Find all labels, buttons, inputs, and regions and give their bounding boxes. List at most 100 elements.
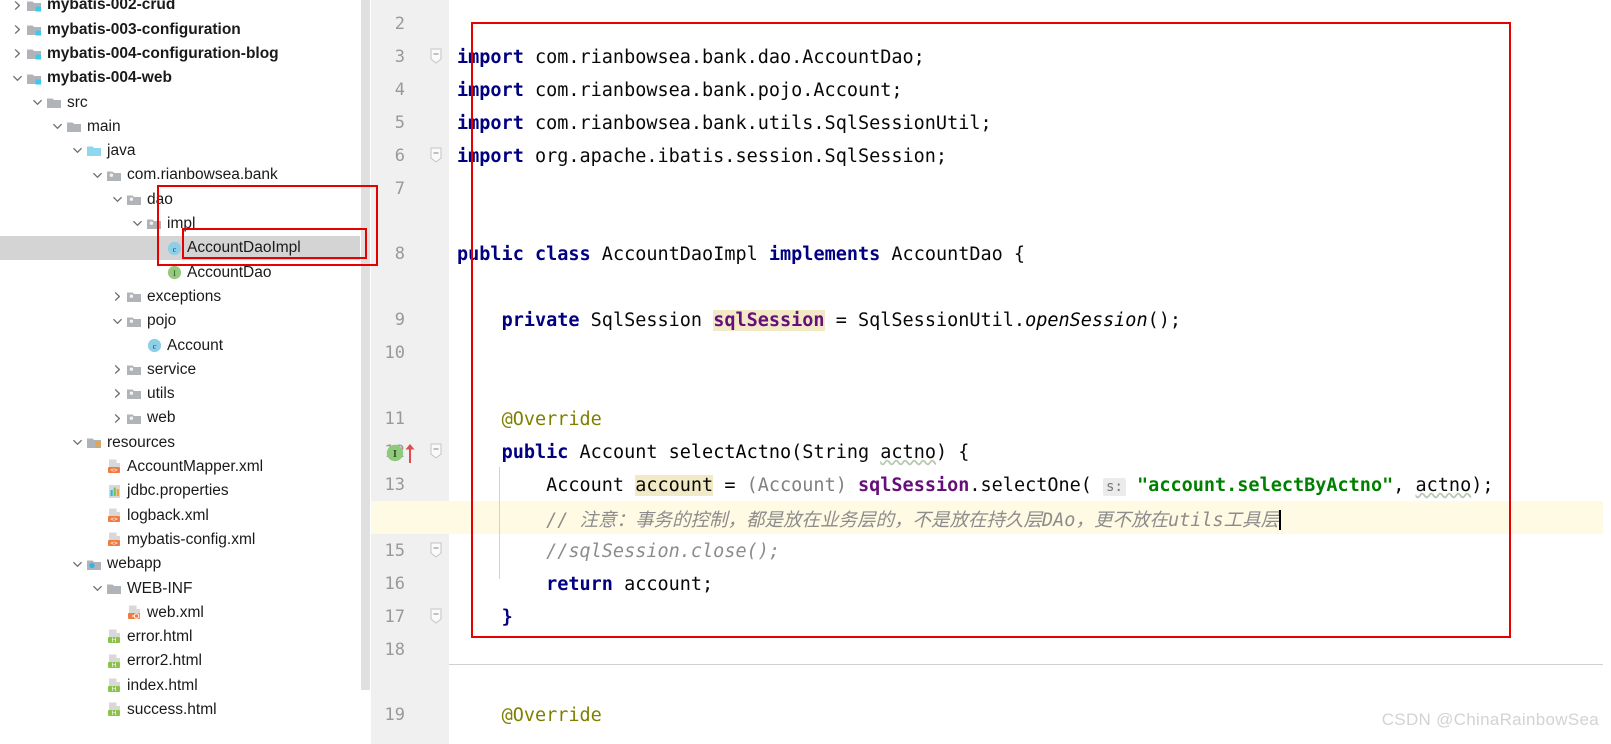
module-folder-icon: [25, 69, 43, 87]
line-number: 15: [385, 543, 405, 560]
line-number: 10: [385, 345, 405, 362]
chevron-down-icon[interactable]: [70, 145, 85, 156]
chevron-right-icon[interactable]: [110, 413, 125, 424]
tree-item-main[interactable]: main: [0, 115, 371, 139]
code-editor[interactable]: 2345678910111213141516171819I import com…: [371, 0, 1611, 744]
tree-item-label: error2.html: [127, 653, 202, 669]
module-folder-icon: [25, 45, 43, 63]
tree-item-java[interactable]: java: [0, 139, 371, 163]
package-icon: [125, 409, 143, 427]
chevron-right-icon[interactable]: [110, 364, 125, 375]
tree-item-webapp[interactable]: webapp: [0, 552, 371, 576]
chevron-down-icon[interactable]: [10, 73, 25, 84]
line-number: 19: [385, 707, 405, 724]
fold-marker-icon[interactable]: [429, 442, 445, 458]
code-line-4: import com.rianbowsea.bank.pojo.Account;: [457, 82, 903, 101]
line-number: 6: [395, 148, 405, 165]
sidebar-scrollbar-track[interactable]: [360, 0, 371, 744]
tree-item-jdbc-properties[interactable]: jdbc.properties: [0, 479, 371, 503]
tree-item-web-xml[interactable]: <web.xml: [0, 601, 371, 625]
chevron-down-icon[interactable]: [130, 218, 145, 229]
module-folder-icon: [25, 20, 43, 38]
tree-item-pojo[interactable]: pojo: [0, 309, 371, 333]
svg-text:<>: <>: [110, 540, 118, 547]
chevron-down-icon[interactable]: [110, 194, 125, 205]
tree-item-mybatis-004-configuration-blog[interactable]: mybatis-004-configuration-blog: [0, 42, 371, 66]
svg-text:H: H: [111, 711, 116, 718]
tree-item-mybatis-003-configuration[interactable]: mybatis-003-configuration: [0, 17, 371, 41]
tree-item-error2-html[interactable]: Herror2.html: [0, 649, 371, 673]
tree-item-index-html[interactable]: Hindex.html: [0, 673, 371, 697]
tree-item-account[interactable]: c Account: [0, 333, 371, 357]
editor-scrollbar[interactable]: [1603, 0, 1611, 744]
tree-item-success-html[interactable]: Hsuccess.html: [0, 698, 371, 722]
tree-item-web[interactable]: web: [0, 406, 371, 430]
tree-item-impl[interactable]: impl: [0, 212, 371, 236]
code-line-12: public Account selectActno(String actno)…: [457, 444, 969, 463]
editor-gutter[interactable]: 2345678910111213141516171819I: [371, 0, 449, 744]
implementing-method-icon[interactable]: I: [385, 440, 419, 471]
tree-item-label: pojo: [147, 313, 176, 329]
tree-item-accountdao[interactable]: I AccountDao: [0, 260, 371, 284]
tree-item-mybatis-002-crud[interactable]: mybatis-002-crud: [0, 0, 371, 17]
tree-item-mybatis-config-xml[interactable]: <> mybatis-config.xml: [0, 528, 371, 552]
folder-icon: [45, 93, 63, 111]
tree-item-error-html[interactable]: Herror.html: [0, 625, 371, 649]
current-line-highlight-gutter: [371, 501, 449, 534]
fold-marker-icon[interactable]: [429, 47, 445, 63]
tree-item-label: src: [67, 95, 88, 111]
tree-item-accountdaoimpl[interactable]: cAccountDaoImpl: [0, 236, 371, 260]
fold-marker-icon[interactable]: [429, 146, 445, 162]
tree-item-accountmapper-xml[interactable]: <>AccountMapper.xml: [0, 455, 371, 479]
tree-item-com-rianbowsea-bank[interactable]: com.rianbowsea.bank: [0, 163, 371, 187]
chevron-down-icon[interactable]: [70, 559, 85, 570]
tree-item-label: java: [107, 143, 135, 159]
line-number: 17: [385, 609, 405, 626]
chevron-right-icon[interactable]: [110, 388, 125, 399]
html-file-icon: H: [105, 701, 123, 719]
chevron-right-icon[interactable]: [10, 24, 25, 35]
tree-item-resources[interactable]: resources: [0, 430, 371, 454]
tree-item-web-inf[interactable]: WEB-INF: [0, 576, 371, 600]
svg-text:<>: <>: [110, 516, 118, 523]
chevron-right-icon[interactable]: [10, 0, 25, 11]
line-number: 16: [385, 576, 405, 593]
tree-item-src[interactable]: src: [0, 90, 371, 114]
tree-item-label: Account: [167, 338, 223, 354]
tree-item-label: utils: [147, 386, 175, 402]
chevron-down-icon[interactable]: [30, 97, 45, 108]
tree-item-service[interactable]: service: [0, 358, 371, 382]
tree-item-label: AccountDao: [187, 265, 271, 281]
tree-item-mybatis-004-web[interactable]: mybatis-004-web: [0, 66, 371, 90]
java-class-icon: c: [145, 336, 163, 354]
fold-marker-icon[interactable]: [429, 607, 445, 623]
tree-item-label: main: [87, 119, 121, 135]
tree-item-dao[interactable]: dao: [0, 187, 371, 211]
svg-text:I: I: [173, 268, 176, 278]
tree-item-label: mybatis-003-configuration: [47, 22, 241, 38]
chevron-down-icon[interactable]: [90, 583, 105, 594]
tree-item-label: mybatis-config.xml: [127, 532, 255, 548]
fold-marker-icon[interactable]: [429, 541, 445, 557]
folder-icon: [105, 579, 123, 597]
html-file-icon: H: [105, 677, 123, 695]
properties-file-icon: [105, 482, 123, 500]
line-number: 9: [395, 312, 405, 329]
sidebar-scrollbar-thumb[interactable]: [361, 0, 370, 690]
chevron-down-icon[interactable]: [90, 170, 105, 181]
chevron-down-icon[interactable]: [70, 437, 85, 448]
tree-item-label: web.xml: [147, 605, 204, 621]
tree-item-logback-xml[interactable]: <>logback.xml: [0, 503, 371, 527]
chevron-down-icon[interactable]: [50, 121, 65, 132]
code-line-5: import com.rianbowsea.bank.utils.SqlSess…: [457, 115, 992, 134]
project-tool-window[interactable]: mybatis-002-crud mybatis-003-configuratio…: [0, 0, 371, 744]
tree-item-exceptions[interactable]: exceptions: [0, 285, 371, 309]
tree-item-utils[interactable]: utils: [0, 382, 371, 406]
chevron-right-icon[interactable]: [110, 291, 125, 302]
svg-text:c: c: [152, 341, 156, 351]
chevron-down-icon[interactable]: [110, 316, 125, 327]
code-line-8: public class AccountDaoImpl implements A…: [457, 246, 1025, 265]
editor-code-area[interactable]: import com.rianbowsea.bank.dao.AccountDa…: [449, 0, 1611, 744]
code-line-19: @Override: [457, 707, 602, 726]
chevron-right-icon[interactable]: [10, 48, 25, 59]
